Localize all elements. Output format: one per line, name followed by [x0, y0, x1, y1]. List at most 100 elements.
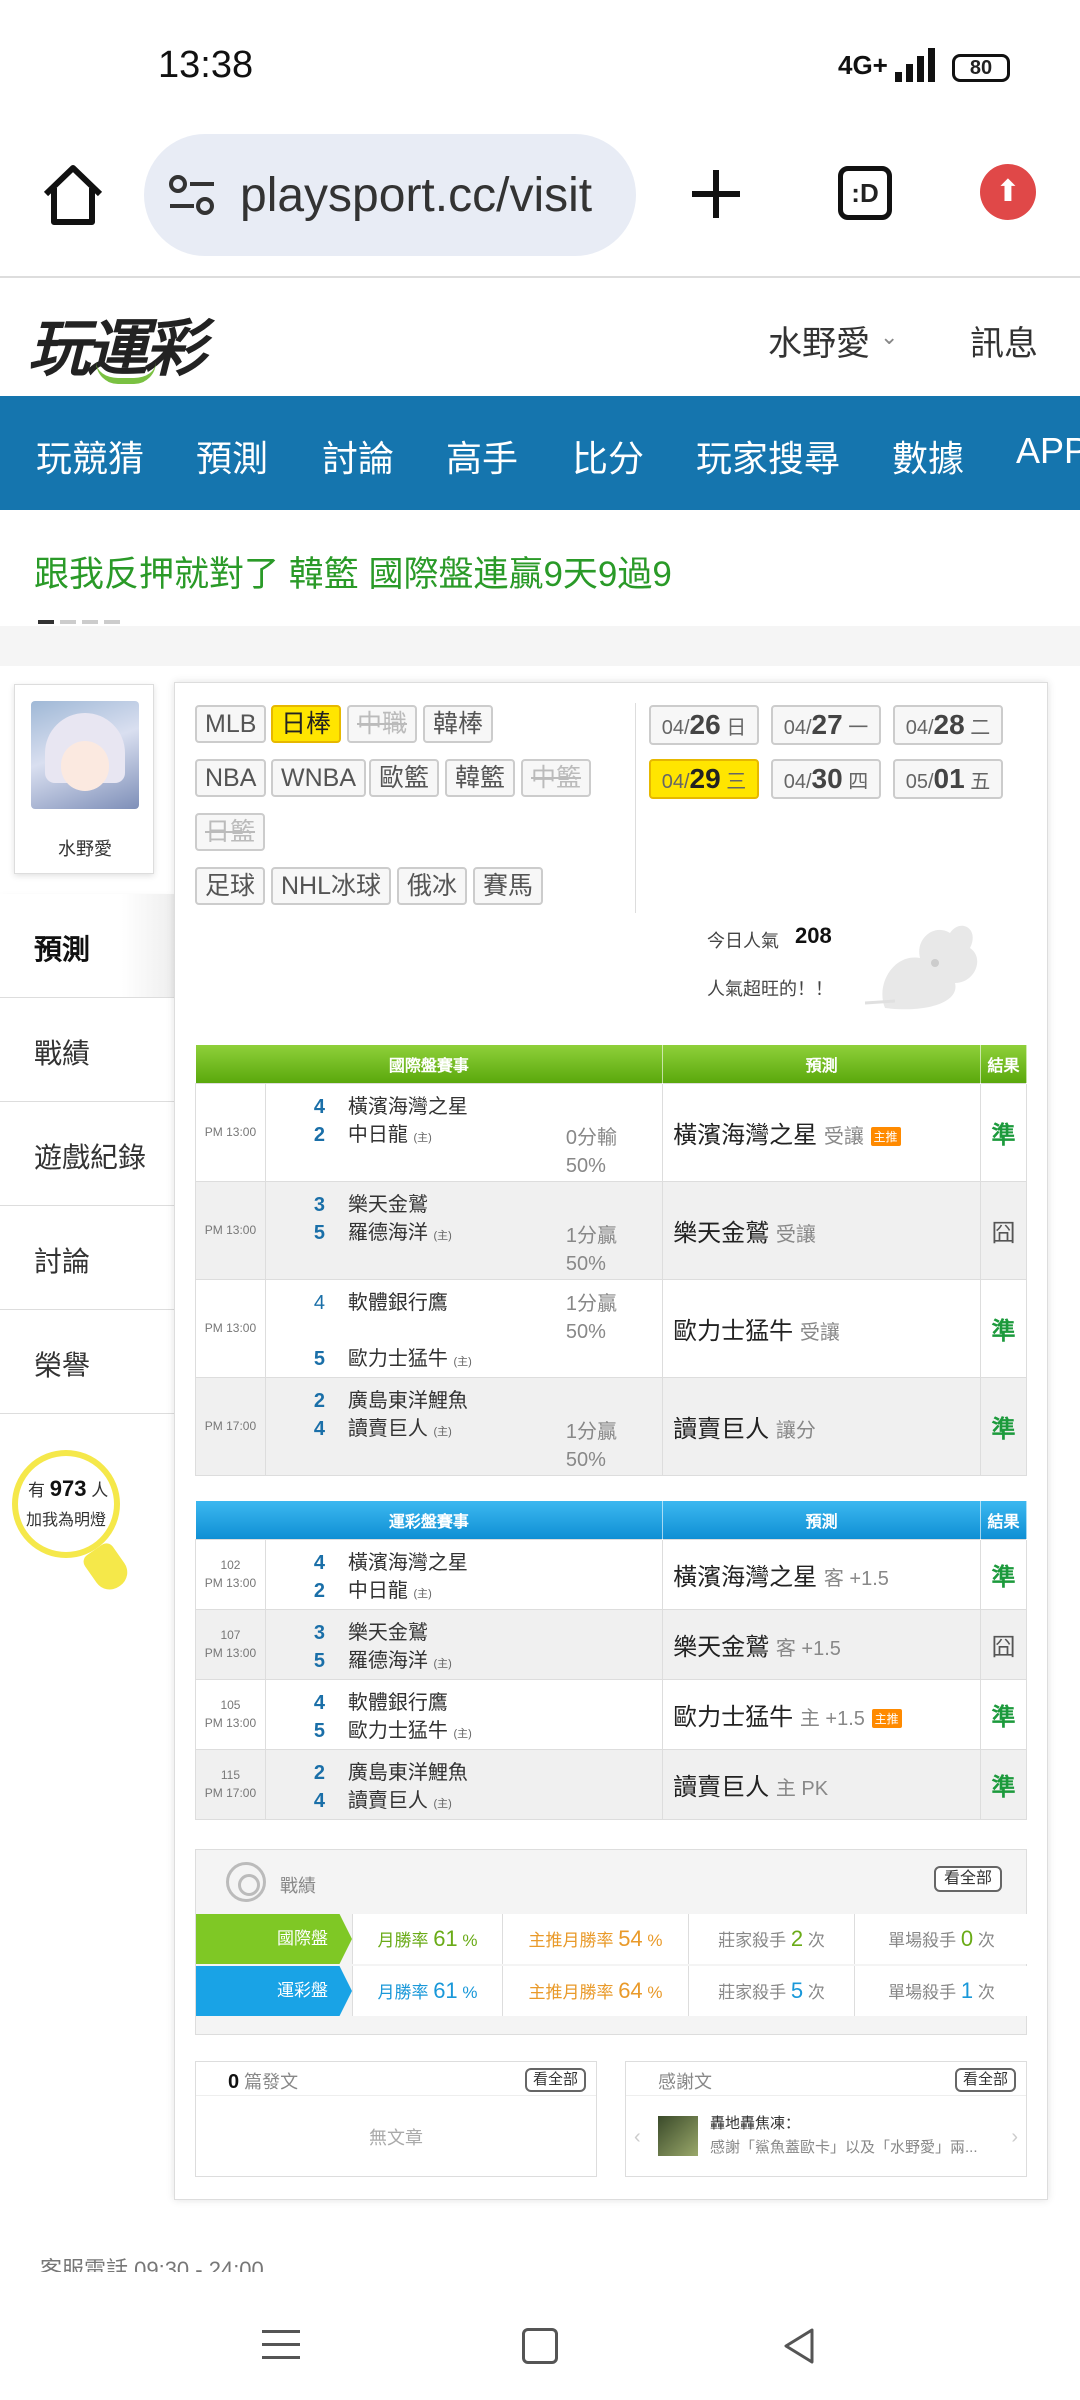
result: 準 — [980, 1538, 1027, 1610]
fans-cta[interactable]: 加我為明燈 — [26, 1506, 106, 1530]
address-bar[interactable]: playsport.cc/visit — [144, 134, 636, 256]
promo-banner[interactable]: 跟我反押就對了 韓籃 國際盤連贏9天9過9 — [0, 510, 1080, 626]
home-icon[interactable] — [38, 160, 108, 230]
date-tab[interactable]: 05/01 五 — [893, 759, 1003, 799]
user-menu[interactable]: 水野愛 — [768, 316, 870, 365]
lottery-prediction-table: 運彩盤賽事 預測 結果 102 PM 13:00 4 橫濱海灣之星 2 中日龍 (主)… — [195, 1501, 1027, 1820]
league-tag-kbo[interactable]: 韓棒 — [423, 705, 494, 743]
table-row[interactable]: 107 PM 13:00 3 樂天金鷲 5 羅德海洋 (主) 樂天金鷲 客 +1.5 … — [195, 1608, 1027, 1680]
league-tag-soccer[interactable]: 足球 — [195, 867, 266, 905]
score: 4 — [313, 1789, 326, 1812]
table-header: 運彩盤賽事 — [195, 1501, 664, 1539]
team-name: 羅德海洋 — [347, 1649, 428, 1672]
view-all-thanks-button[interactable]: 看全部 — [954, 2068, 1016, 2092]
nav-item-guess[interactable]: 玩競猜 — [36, 430, 144, 482]
nav-item-discuss[interactable]: 討論 — [322, 430, 394, 482]
date-tab[interactable]: 04/27 一 — [771, 705, 881, 745]
intl-prediction-table: 國際盤賽事 預測 結果 PM 13:00 4 橫濱海灣之星 2 中日龍 (主) 0分… — [195, 1045, 1027, 1476]
league-tag-horse-racing[interactable]: 賽馬 — [473, 867, 544, 905]
score: 2 — [313, 1761, 326, 1784]
side-menu-record[interactable]: 戰績 — [0, 998, 174, 1102]
home-screen-icon[interactable] — [522, 2328, 558, 2364]
site-settings-icon[interactable] — [168, 174, 216, 218]
url-text[interactable]: playsport.cc/visit — [240, 168, 620, 223]
record-summary: 戰績 看全部 國際盤 月勝率 61 % 主推月勝率 54 % 莊家殺手 2 次 … — [195, 1849, 1028, 2035]
nav-item-app[interactable]: APP — [1016, 430, 1080, 472]
main-pick-badge: 主推 — [870, 1126, 901, 1146]
author-thumbnail[interactable] — [658, 2116, 698, 2156]
mascot-icon — [865, 925, 978, 1010]
status-bar: 13:38 4G+ 80 — [0, 0, 1080, 130]
side-menu-predict[interactable]: 預測 — [0, 894, 174, 998]
side-menu-honor[interactable]: 榮譽 — [0, 1310, 174, 1414]
table-row[interactable]: PM 13:00 4 橫濱海灣之星 2 中日龍 (主) 0分輸 50% 橫濱海灣之星 … — [195, 1082, 1027, 1182]
chevron-right-icon[interactable]: › — [1011, 2126, 1018, 2149]
thanks-author[interactable]: 轟地轟焦凍： — [710, 2112, 800, 2133]
score: 4 — [313, 1095, 326, 1118]
tab-switcher-button[interactable]: :D — [838, 166, 892, 220]
record-row-label: 國際盤 — [196, 1914, 352, 1964]
upload-icon[interactable]: ⬆ — [980, 164, 1036, 220]
side-menu-game-log[interactable]: 遊戲紀錄 — [0, 1102, 174, 1206]
league-tag-euro-basketball[interactable]: 歐籃 — [369, 759, 440, 797]
table-row[interactable]: 102 PM 13:00 4 橫濱海灣之星 2 中日龍 (主) 橫濱海灣之星 客 +1… — [195, 1538, 1027, 1610]
date-tab-selected[interactable]: 04/29 三 — [649, 759, 759, 799]
avatar[interactable] — [31, 701, 139, 809]
table-row[interactable]: PM 17:00 2 廣島東洋鯉魚 4 讀賣巨人 (主) 1分贏 50% 讀賣巨人 讓… — [195, 1376, 1027, 1476]
date-tab[interactable]: 04/28 二 — [893, 705, 1003, 745]
date-tab[interactable]: 04/26 日 — [649, 705, 759, 745]
score: 5 — [313, 1347, 326, 1370]
league-tag-nhl[interactable]: NHL冰球 — [271, 867, 392, 905]
fans-prefix: 有 — [28, 1481, 45, 1500]
table-header: 結果 — [980, 1045, 1027, 1083]
date-tab[interactable]: 04/30 四 — [771, 759, 881, 799]
promo-text[interactable]: 跟我反押就對了 韓籃 國際盤連贏9天9過9 — [34, 546, 672, 597]
side-menu-discuss[interactable]: 討論 — [0, 1206, 174, 1310]
nav-item-experts[interactable]: 高手 — [446, 430, 518, 482]
back-icon[interactable] — [780, 2326, 820, 2366]
follow-lightbulb[interactable]: 有 973 人 加我為明燈 — [12, 1450, 134, 1596]
thanks-text[interactable]: 感謝「鯊魚蓋歐卡」以及「水野愛」兩... — [710, 2136, 978, 2157]
nav-item-player-search[interactable]: 玩家搜尋 — [696, 430, 840, 482]
battery-icon: 80 — [952, 54, 1010, 82]
score: 4 — [313, 1417, 326, 1440]
record-row-intl: 國際盤 月勝率 61 % 主推月勝率 54 % 莊家殺手 2 次 單場殺手 0 … — [196, 1914, 1028, 1964]
league-tag-khl[interactable]: 俄冰 — [397, 867, 468, 905]
side-menu-label: 榮譽 — [34, 1350, 91, 1381]
table-row[interactable]: 105 PM 13:00 4 軟體銀行鷹 5 歐力士猛牛 (主) 歐力士猛牛 主 +1… — [195, 1678, 1027, 1750]
messages-link[interactable]: 訊息 — [970, 316, 1038, 365]
odds-pct: 50% — [565, 1320, 606, 1343]
team-name: 中日龍 — [347, 1123, 408, 1146]
league-tag-npb[interactable]: 日棒 — [271, 705, 342, 743]
chevron-left-icon[interactable]: ‹ — [634, 2126, 641, 2149]
team-name: 羅德海洋 — [347, 1221, 428, 1244]
chevron-down-icon[interactable]: ⌄ — [880, 324, 898, 350]
game-time: PM 13:00 — [204, 1716, 257, 1730]
table-row[interactable]: PM 13:00 4 軟體銀行鷹 5 歐力士猛牛 (主) 1分贏 50% 歐力士猛牛 … — [195, 1278, 1027, 1378]
view-all-articles-button[interactable]: 看全部 — [524, 2068, 586, 2092]
league-tag-korea-basketball[interactable]: 韓籃 — [445, 759, 516, 797]
record-row-label: 運彩盤 — [196, 1966, 352, 2016]
nav-item-scores[interactable]: 比分 — [572, 430, 644, 482]
table-row[interactable]: PM 13:00 3 樂天金鷲 5 羅德海洋 (主) 1分贏 50% 樂天金鷲 受讓 … — [195, 1180, 1027, 1280]
view-all-button[interactable]: 看全部 — [933, 1866, 1002, 1892]
nav-item-predict[interactable]: 預測 — [196, 430, 268, 482]
article-count: 0 — [228, 2071, 240, 2093]
profile-card[interactable]: 水野愛 — [14, 684, 154, 874]
pick-team: 樂天金鷲 — [673, 1633, 770, 1661]
league-tag-mlb[interactable]: MLB — [195, 705, 267, 743]
pick-type: 主 PK — [775, 1777, 829, 1800]
league-tag-wnba[interactable]: WNBA — [271, 759, 366, 797]
recent-apps-icon[interactable] — [262, 2330, 300, 2369]
result: 囧 — [980, 1608, 1027, 1680]
game-number: 105 — [220, 1698, 241, 1712]
monthly-win-rate: 61 — [433, 1978, 458, 2003]
table-header: 預測 — [662, 1501, 982, 1539]
pick-type: 客 +1.5 — [823, 1567, 889, 1590]
league-tag-nba[interactable]: NBA — [195, 759, 267, 797]
popularity-count: 208 — [795, 923, 832, 948]
table-row[interactable]: 115 PM 17:00 2 廣島東洋鯉魚 4 讀賣巨人 (主) 讀賣巨人 主 PK … — [195, 1748, 1027, 1820]
nav-item-data[interactable]: 數據 — [892, 430, 964, 482]
footer-text: 客服電話 09:30 - 24:00 — [40, 2257, 264, 2272]
new-tab-icon[interactable] — [686, 164, 746, 224]
